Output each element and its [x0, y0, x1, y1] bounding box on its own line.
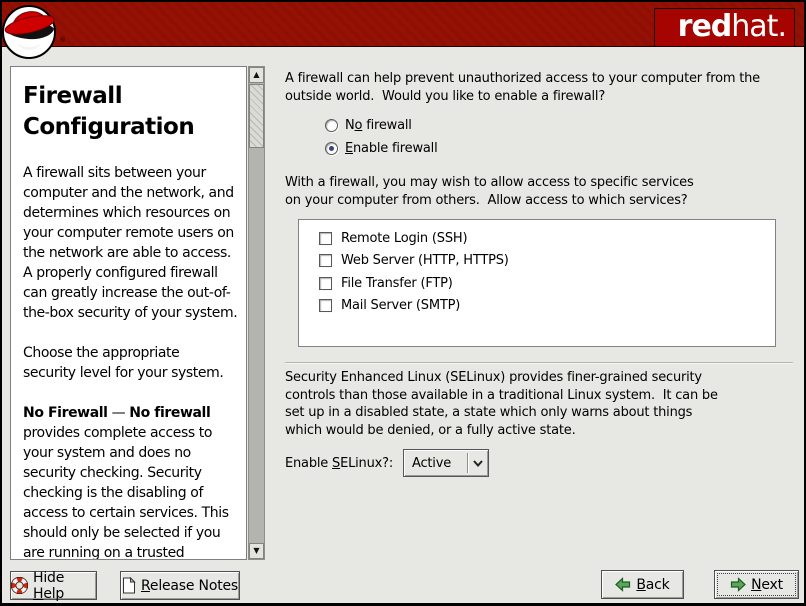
checkbox-label: Web Server (HTTP, HTTPS)	[341, 253, 509, 268]
help-paragraph-2: Choose the appropriate security level fo…	[23, 343, 242, 383]
selinux-dropdown[interactable]: Active	[403, 449, 489, 477]
redhat-wordmark: redhat.	[654, 8, 795, 47]
scroll-down-button[interactable]: ▼	[249, 543, 264, 559]
arrow-down-icon: ▼	[253, 547, 259, 555]
checkbox-mail-server-smtp[interactable]: Mail Server (SMTP)	[319, 295, 775, 318]
hide-help-button[interactable]: Hide Help	[10, 571, 97, 600]
arrow-up-icon: ▲	[253, 71, 259, 79]
hide-help-label: Hide Help	[33, 570, 96, 602]
help-paragraph-1: A firewall sits between your computer an…	[23, 163, 242, 323]
services-intro-text: With a firewall, you may wish to allow a…	[285, 174, 797, 209]
redhat-wordmark-hat: hat	[731, 9, 777, 44]
checkbox-label: Remote Login (SSH)	[341, 231, 467, 246]
checkbox-label: Mail Server (SMTP)	[341, 298, 460, 313]
scroll-up-button[interactable]: ▲	[249, 67, 264, 83]
checkbox-file-transfer-ftp[interactable]: File Transfer (FTP)	[319, 272, 775, 295]
selinux-description-text: Security Enhanced Linux (SELinux) provid…	[285, 369, 797, 439]
lifebuoy-help-icon	[11, 577, 28, 594]
radio-button-selected-icon[interactable]	[325, 142, 338, 155]
help-paragraph-3: No Firewall — No firewall provides compl…	[23, 403, 242, 560]
checkbox-label: File Transfer (FTP)	[341, 276, 453, 291]
checkbox-icon[interactable]	[319, 232, 332, 245]
horizontal-separator	[285, 362, 793, 364]
radio-no-firewall[interactable]: No firewall	[325, 114, 797, 136]
services-list: Remote Login (SSH) Web Server (HTTP, HTT…	[298, 219, 776, 347]
back-label: Back	[636, 577, 669, 593]
next-label: Next	[751, 577, 783, 593]
next-button[interactable]: Next	[714, 570, 799, 599]
arrow-left-icon	[615, 577, 631, 592]
back-button[interactable]: Back	[601, 570, 684, 599]
document-icon	[122, 577, 136, 594]
release-notes-button[interactable]: Release Notes	[120, 571, 240, 600]
checkbox-icon[interactable]	[319, 254, 332, 267]
release-notes-label: Release Notes	[141, 578, 238, 594]
radio-button-icon[interactable]	[325, 119, 338, 132]
selinux-setting-row: Enable SELinux?: Active	[285, 449, 797, 477]
top-banner: redhat.	[2, 2, 804, 47]
installer-window: redhat. ® Firewall Configuration A firew…	[0, 0, 806, 606]
redhat-shadowman-icon	[2, 3, 62, 61]
help-scrollbar[interactable]: ▲ ▼	[248, 66, 265, 560]
checkbox-web-server[interactable]: Web Server (HTTP, HTTPS)	[319, 250, 775, 273]
radio-enable-firewall[interactable]: Enable firewall	[325, 137, 797, 159]
redhat-wordmark-red: red	[678, 9, 732, 44]
redhat-wordmark-dot: .	[777, 9, 786, 44]
main-content: A firewall can help prevent unauthorized…	[285, 70, 797, 477]
arrow-right-icon	[730, 577, 746, 592]
scrollbar-thumb[interactable]	[249, 84, 264, 148]
firewall-intro-text: A firewall can help prevent unauthorized…	[285, 70, 797, 105]
radio-enable-firewall-label: Enable firewall	[345, 141, 437, 156]
chevron-down-icon	[468, 460, 488, 467]
checkbox-remote-login-ssh[interactable]: Remote Login (SSH)	[319, 227, 775, 250]
help-panel: Firewall Configuration A firewall sits b…	[10, 66, 247, 560]
registered-trademark: ®	[59, 36, 66, 44]
help-title: Firewall Configuration	[23, 81, 242, 143]
checkbox-icon[interactable]	[319, 277, 332, 290]
radio-no-firewall-label: No firewall	[345, 118, 412, 133]
selinux-dropdown-value: Active	[404, 456, 467, 471]
checkbox-icon[interactable]	[319, 299, 332, 312]
selinux-dropdown-label: Enable SELinux?:	[285, 456, 393, 471]
